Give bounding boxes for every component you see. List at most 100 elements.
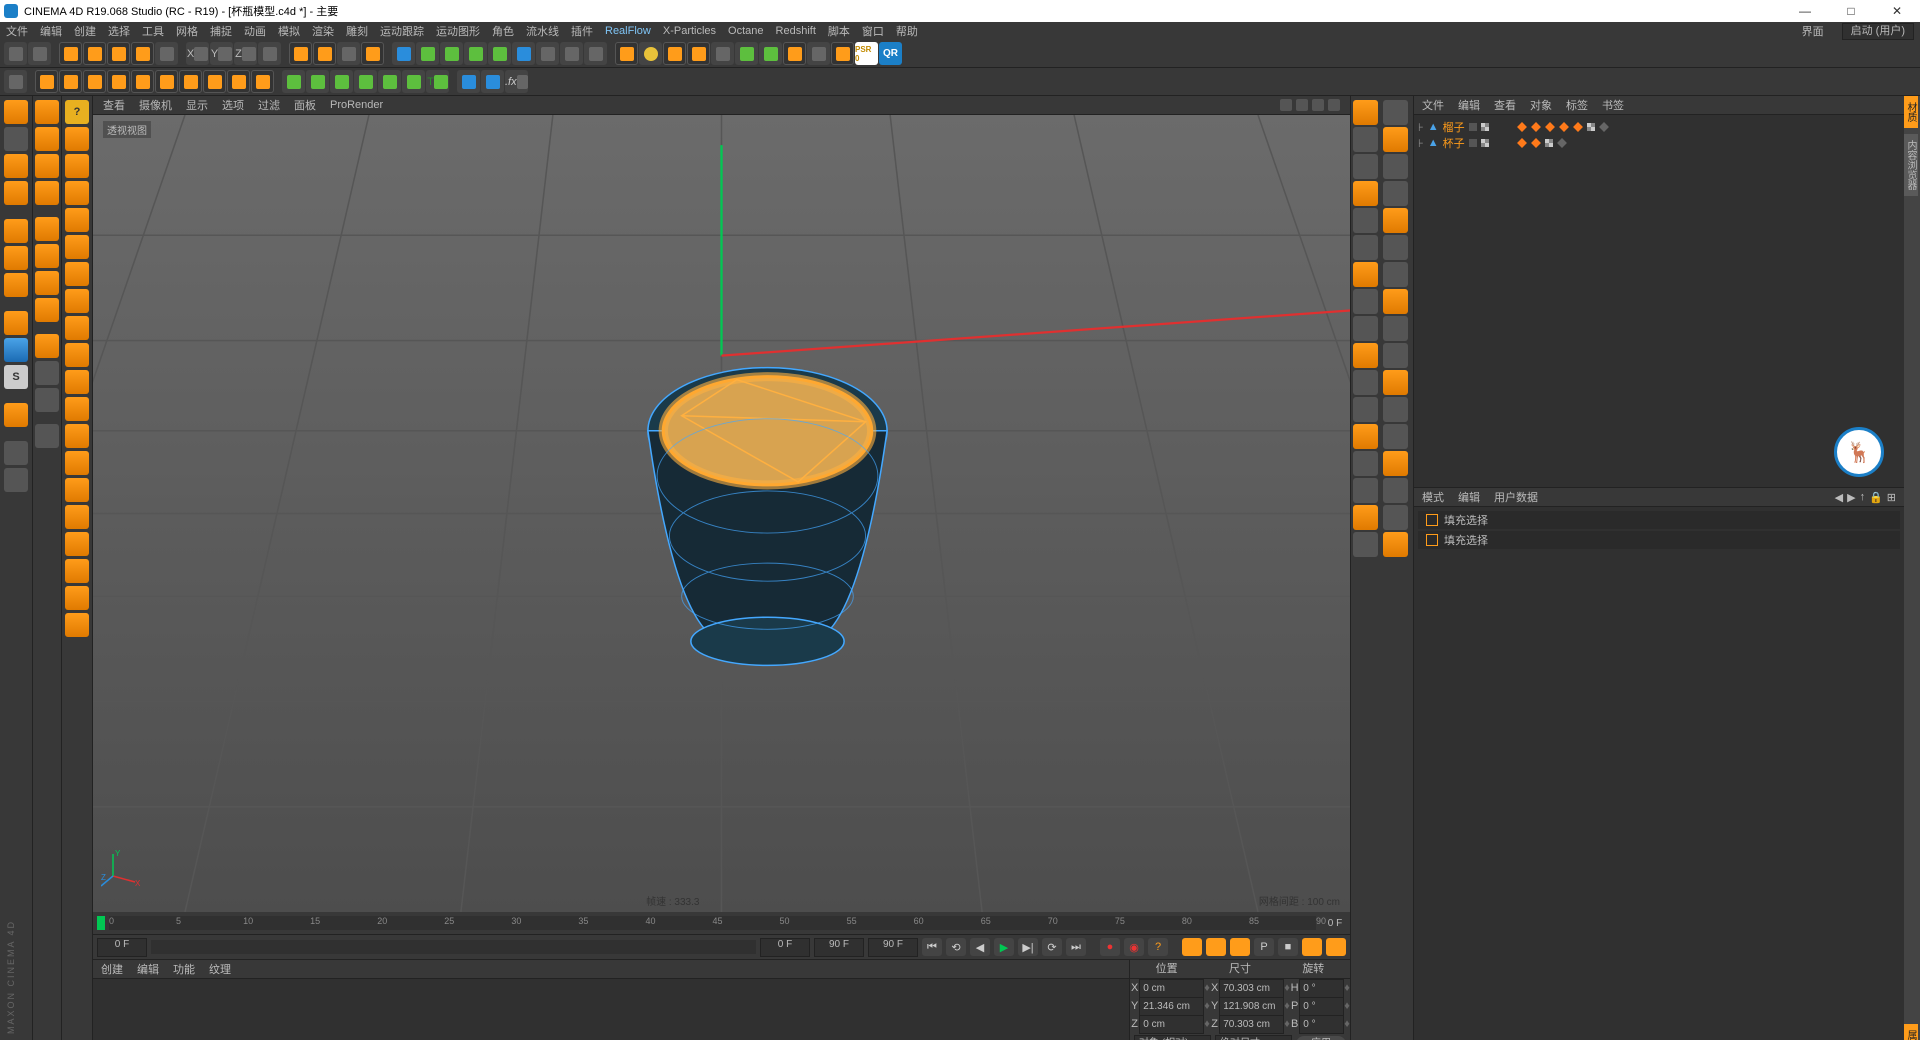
lc3-8[interactable] [65, 316, 89, 340]
step-fwd-button[interactable]: ▶| [1018, 938, 1038, 956]
coord-apply-button[interactable]: 应用 [1296, 1036, 1346, 1040]
lc3-5[interactable] [65, 235, 89, 259]
lc3-4[interactable] [65, 208, 89, 232]
deformer-button[interactable] [512, 42, 535, 65]
mat-tab-tex[interactable]: 纹理 [209, 961, 231, 977]
snap-icon[interactable]: S [4, 365, 28, 389]
right-palette-btn-26[interactable] [1353, 451, 1378, 476]
vp-nav-4-icon[interactable] [1328, 99, 1340, 111]
render-settings-button[interactable] [337, 42, 360, 65]
keyopt-button[interactable]: ? [1148, 938, 1168, 956]
camera-button[interactable] [560, 42, 583, 65]
plugin-icon-1[interactable] [615, 42, 638, 65]
tag-icon[interactable] [1517, 122, 1527, 132]
record-button[interactable]: ● [1100, 938, 1120, 956]
qr-button[interactable]: QR [879, 42, 902, 65]
lc3-18[interactable] [65, 586, 89, 610]
tb2-cone[interactable] [107, 70, 130, 93]
timeline-playhead[interactable] [97, 916, 105, 930]
axis-mode-button[interactable] [4, 311, 28, 335]
lc3-7[interactable] [65, 289, 89, 313]
prev-key-button[interactable]: ⟲ [946, 938, 966, 956]
right-palette-btn-5[interactable] [1383, 154, 1408, 179]
right-palette-btn-14[interactable] [1353, 289, 1378, 314]
plugin-icon-7[interactable] [759, 42, 782, 65]
plugin-icon-6[interactable] [735, 42, 758, 65]
key-psr-3[interactable] [1230, 938, 1250, 956]
live-select-tool[interactable] [59, 42, 82, 65]
menu-pipeline[interactable]: 流水线 [526, 23, 559, 39]
psr-reset-button[interactable]: PSR 0 [855, 42, 878, 65]
vp-nav-3-icon[interactable] [1312, 99, 1324, 111]
menu-window[interactable]: 窗口 [862, 23, 884, 39]
timeline-start-field[interactable]: 0 F [97, 938, 147, 957]
lc3-6[interactable] [65, 262, 89, 286]
tb2-disc[interactable] [155, 70, 178, 93]
right-palette-btn-24[interactable] [1353, 424, 1378, 449]
menu-create[interactable]: 创建 [74, 23, 96, 39]
menu-sim[interactable]: 模拟 [278, 23, 300, 39]
tb2-b2[interactable] [481, 70, 504, 93]
tb2-g5[interactable] [378, 70, 401, 93]
right-palette-btn-33[interactable] [1383, 532, 1408, 557]
lock-y-button[interactable]: Y [210, 42, 233, 65]
window-max-button[interactable]: □ [1828, 0, 1874, 22]
key-psr-1[interactable] [1182, 938, 1202, 956]
menu-script[interactable]: 脚本 [828, 23, 850, 39]
vp-nav-2-icon[interactable] [1296, 99, 1308, 111]
right-palette-btn-30[interactable] [1353, 505, 1378, 530]
mat-tab-edit[interactable]: 编辑 [137, 961, 159, 977]
side-tab-content[interactable]: 内容浏览器 [1904, 134, 1918, 196]
tb2-cube[interactable] [59, 70, 82, 93]
menu-help[interactable]: 帮助 [896, 23, 918, 39]
lc3-3[interactable] [65, 181, 89, 205]
next-key-button[interactable]: ⟳ [1042, 938, 1062, 956]
right-palette-btn-28[interactable] [1353, 478, 1378, 503]
right-palette-btn-13[interactable] [1383, 262, 1408, 287]
menu-char[interactable]: 角色 [492, 23, 514, 39]
plugin-icon-4[interactable] [687, 42, 710, 65]
coord-sizemode-dropdown[interactable]: 绝对尺寸 [1215, 1035, 1292, 1040]
tb2-text[interactable]: T [426, 70, 449, 93]
lc3-1[interactable] [65, 127, 89, 151]
play-button[interactable]: ▶ [994, 938, 1014, 956]
timeline-range-slider[interactable] [151, 940, 756, 954]
lc2-4[interactable] [35, 181, 59, 205]
environment-button[interactable] [536, 42, 559, 65]
layer-icon[interactable] [1469, 139, 1477, 147]
coord-rot-input[interactable] [1299, 979, 1344, 998]
om-menu-bookmarks[interactable]: 书签 [1602, 97, 1624, 113]
workplane-button[interactable] [4, 181, 28, 205]
window-close-button[interactable]: ✕ [1874, 0, 1920, 22]
tb2-caps[interactable] [251, 70, 274, 93]
point-mode-button[interactable] [4, 219, 28, 243]
edge-mode-button[interactable] [4, 246, 28, 270]
attr-menu-userdata[interactable]: 用户数据 [1494, 489, 1538, 505]
menu-sculpt[interactable]: 雕刻 [346, 23, 368, 39]
lc2-7[interactable] [35, 271, 59, 295]
coord-rot-input[interactable] [1299, 1015, 1344, 1034]
lc3-19[interactable] [65, 613, 89, 637]
lc2-9[interactable] [35, 334, 59, 358]
tb2-null[interactable] [35, 70, 58, 93]
right-palette-btn-21[interactable] [1383, 370, 1408, 395]
poly-mode-button[interactable] [4, 273, 28, 297]
tb2-torus[interactable] [227, 70, 250, 93]
tag-icon[interactable] [1559, 122, 1569, 132]
lc2-8[interactable] [35, 298, 59, 322]
tb2-cyl[interactable] [131, 70, 154, 93]
timeline-end-field[interactable]: 90 F [868, 938, 918, 957]
lc2-1[interactable] [35, 100, 59, 124]
coord-size-input[interactable] [1219, 1015, 1284, 1034]
menu-tools[interactable]: 工具 [142, 23, 164, 39]
right-palette-btn-18[interactable] [1353, 343, 1378, 368]
menu-file[interactable]: 文件 [6, 23, 28, 39]
tag-icon[interactable] [1557, 138, 1567, 148]
viewport-solo-button[interactable] [4, 338, 28, 362]
model-mode-button[interactable] [4, 127, 28, 151]
window-min-button[interactable]: — [1782, 0, 1828, 22]
tag-icon[interactable] [1531, 138, 1541, 148]
tag-icon[interactable] [1517, 138, 1527, 148]
menu-edit[interactable]: 编辑 [40, 23, 62, 39]
right-palette-btn-11[interactable] [1383, 235, 1408, 260]
